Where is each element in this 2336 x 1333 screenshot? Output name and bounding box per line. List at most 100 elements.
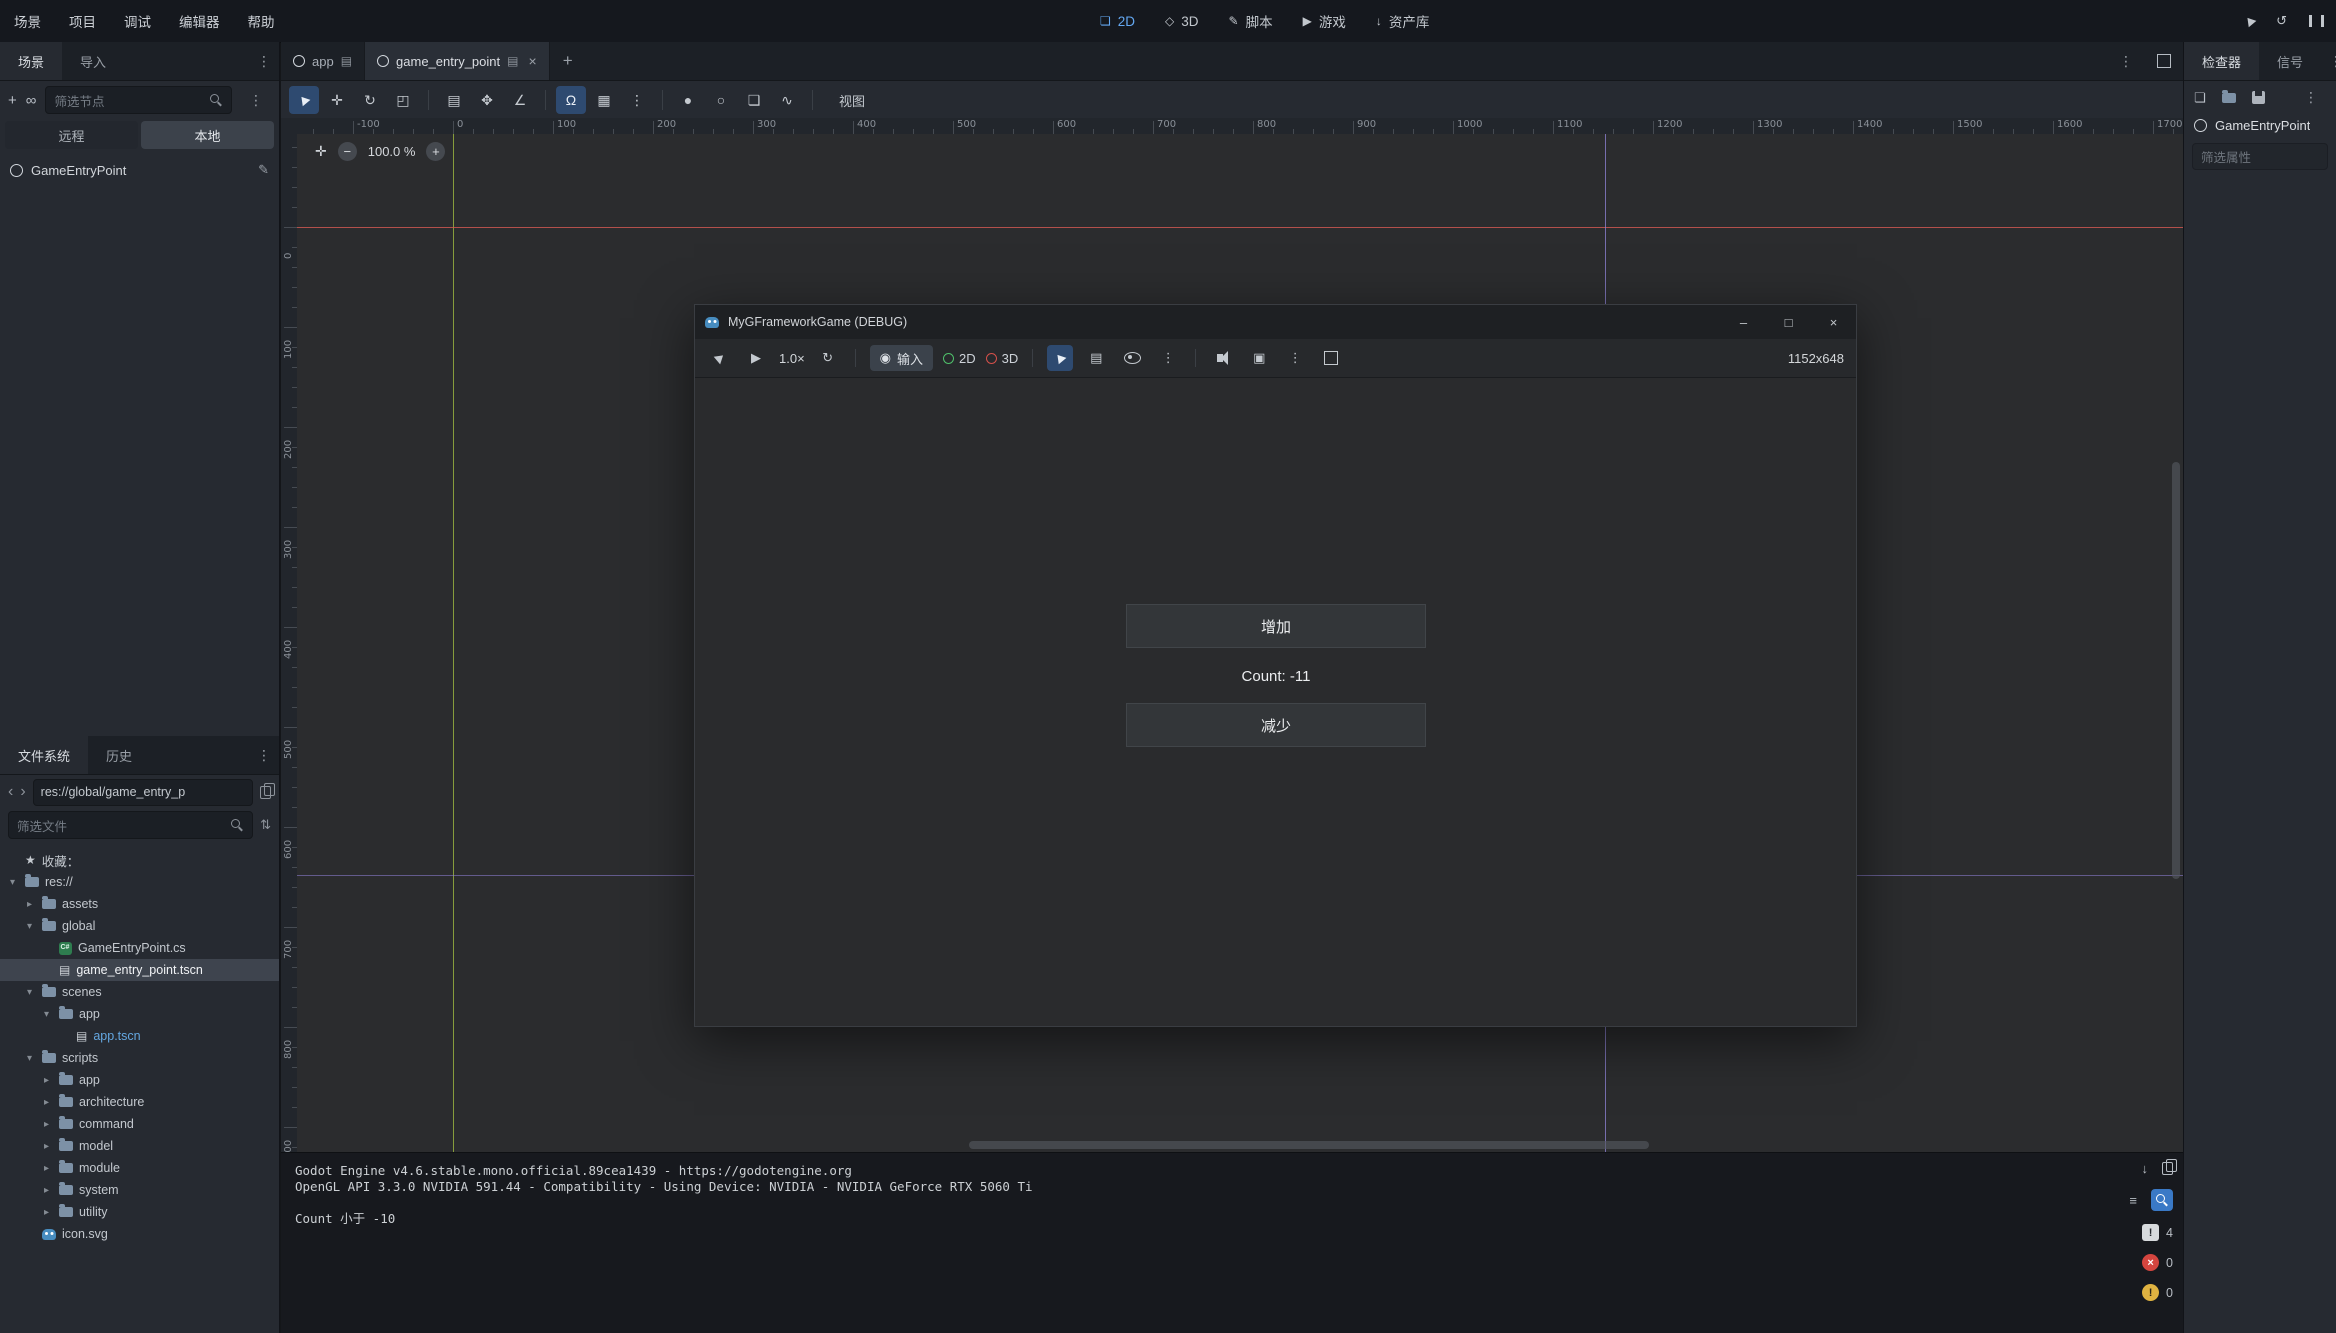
zoom-out-button[interactable]: −	[338, 142, 357, 161]
menubar-menu[interactable]: 编辑器	[165, 0, 234, 42]
inspector-options-icon[interactable]: ⋮	[2296, 89, 2326, 106]
word-wrap-icon[interactable]: ≡	[2129, 1193, 2137, 1208]
forward-icon[interactable]: ›	[20, 784, 25, 800]
file-filter-input[interactable]: 筛选文件	[8, 811, 253, 839]
expand-arrow-icon[interactable]: ▸	[40, 1163, 53, 1174]
current-path-field[interactable]: res://global/game_entry_p	[33, 779, 253, 806]
output-badge-errors[interactable]: ×0	[2142, 1254, 2173, 1271]
embed-fullscreen-icon[interactable]	[1318, 345, 1344, 371]
back-icon[interactable]: ‹	[8, 784, 13, 800]
view-menu-button[interactable]: 视图	[827, 91, 877, 110]
fs-item-item[interactable]: ★收藏：	[0, 849, 279, 871]
expand-arrow-icon[interactable]: ▸	[40, 1075, 53, 1086]
output-badge-messages[interactable]: !4	[2142, 1224, 2173, 1241]
menubar-menu[interactable]: 项目	[55, 0, 110, 42]
input-toggle-button[interactable]: ◉ 输入	[870, 345, 933, 371]
fs-item-model[interactable]: ▸model	[0, 1135, 279, 1157]
horizontal-scrollbar[interactable]	[969, 1141, 1649, 1149]
expand-arrow-icon[interactable]: ▸	[40, 1141, 53, 1152]
visibility-icon[interactable]	[1119, 345, 1145, 371]
new-scene-tab-button[interactable]: +	[550, 42, 586, 80]
next-frame-icon[interactable]: ▶	[743, 345, 769, 371]
expand-arrow-icon[interactable]: ▸	[40, 1119, 53, 1130]
fs-item-utility[interactable]: ▸utility	[0, 1201, 279, 1223]
distraction-free-icon[interactable]	[2157, 54, 2171, 68]
search-output-button[interactable]	[2151, 1189, 2173, 1211]
remote-button[interactable]: 远程	[5, 121, 138, 149]
scene-tab-game_entry_point[interactable]: game_entry_point▤×	[365, 42, 550, 80]
new-resource-icon[interactable]: ❏	[2194, 90, 2206, 106]
save-resource-icon[interactable]	[2252, 91, 2265, 104]
maximize-button[interactable]: □	[1766, 305, 1811, 339]
zoom-level[interactable]: 100.0 %	[368, 144, 416, 159]
decrease-button[interactable]: 减少	[1126, 703, 1426, 747]
menubar-menu[interactable]: 调试	[110, 0, 165, 42]
camera-override-icon[interactable]: ▣	[1246, 345, 1272, 371]
close-tab-icon[interactable]: ×	[528, 53, 536, 69]
fs-item-command[interactable]: ▸command	[0, 1113, 279, 1135]
expand-arrow-icon[interactable]: ▸	[23, 899, 36, 910]
workspace-tab-script[interactable]: ✎脚本	[1229, 11, 1273, 31]
list-select-icon[interactable]: ▤	[1083, 345, 1109, 371]
fs-item-system[interactable]: ▸system	[0, 1179, 279, 1201]
inspdock-tab-inspector[interactable]: 检查器	[2184, 42, 2259, 80]
expand-arrow-icon[interactable]: ▸	[40, 1185, 53, 1196]
fs-item-gameentrypoint-cs[interactable]: GameEntryPoint.cs	[0, 937, 279, 959]
collapse-arrow-icon[interactable]: ▾	[40, 1009, 53, 1020]
zoom-in-button[interactable]: +	[426, 142, 445, 161]
fs-item-scenes[interactable]: ▾scenes	[0, 981, 279, 1003]
group-node-button[interactable]: ❏	[739, 86, 769, 114]
dock-options-icon[interactable]: ⋮	[2321, 42, 2336, 80]
dock-options-icon[interactable]: ⋮	[249, 42, 279, 80]
grid-snap-toggle-button[interactable]: ▦	[589, 86, 619, 114]
dock-options-icon[interactable]: ⋮	[249, 736, 279, 774]
center-view-icon[interactable]: ✛	[315, 143, 327, 160]
close-button[interactable]: ×	[1811, 305, 1856, 339]
snap-options-button[interactable]: ⋮	[622, 86, 652, 114]
move-tool-button[interactable]: ✛	[322, 86, 352, 114]
game-window-titlebar[interactable]: MyGFrameworkGame (DEBUG) – □ ×	[695, 305, 1856, 339]
copy-output-icon[interactable]	[2162, 1162, 2173, 1175]
fs-item-global[interactable]: ▾global	[0, 915, 279, 937]
split-view-icon[interactable]	[260, 786, 271, 799]
attached-script-icon[interactable]: ✎	[258, 162, 269, 178]
workspace-tab-2d[interactable]: ❏2D	[1100, 14, 1135, 29]
workspace-tab-assetlib[interactable]: ↓资产库	[1376, 11, 1430, 31]
select-mode-button[interactable]	[1047, 345, 1073, 371]
rotate-tool-button[interactable]: ↻	[355, 86, 385, 114]
increase-button[interactable]: 增加	[1126, 604, 1426, 648]
minimize-button[interactable]: –	[1721, 305, 1766, 339]
fs-item-scripts[interactable]: ▾scripts	[0, 1047, 279, 1069]
debug-2d-toggle[interactable]: 2D	[943, 351, 976, 366]
fs-item-res[interactable]: ▾res://	[0, 871, 279, 893]
restart-icon[interactable]: ↻	[815, 345, 841, 371]
expand-arrow-icon[interactable]: ▸	[40, 1097, 53, 1108]
fsdock-tab-filesystem[interactable]: 文件系统	[0, 736, 88, 774]
vertical-scrollbar[interactable]	[2172, 462, 2180, 879]
collapse-arrow-icon[interactable]: ▾	[6, 877, 19, 888]
skeleton-options-button[interactable]: ∿	[772, 86, 802, 114]
pause-icon[interactable]	[2309, 15, 2324, 27]
collapse-arrow-icon[interactable]: ▾	[23, 921, 36, 932]
local-button[interactable]: 本地	[141, 121, 274, 149]
scene-tree-node[interactable]: GameEntryPoint✎	[0, 157, 279, 183]
scene-tab-app[interactable]: app▤	[281, 42, 365, 80]
smart-snap-toggle-button[interactable]: Ω	[556, 86, 586, 114]
collapse-arrow-icon[interactable]: ▾	[23, 1053, 36, 1064]
selection-options-icon[interactable]: ⋮	[1155, 345, 1181, 371]
scale-tool-button[interactable]: ◰	[388, 86, 418, 114]
scene-tree-options-icon[interactable]: ⋮	[241, 92, 271, 109]
fs-item-architecture[interactable]: ▸architecture	[0, 1091, 279, 1113]
tab-list-icon[interactable]: ⋮	[2111, 53, 2141, 70]
sort-files-icon[interactable]: ⇅	[260, 817, 271, 833]
menubar-menu[interactable]: 帮助	[234, 0, 289, 42]
property-filter-input[interactable]: 筛选属性	[2192, 143, 2328, 170]
time-scale-label[interactable]: 1.0×	[779, 351, 805, 366]
list-select-tool-button[interactable]: ▤	[439, 86, 469, 114]
output-badge-warnings[interactable]: !0	[2142, 1284, 2173, 1301]
instance-scene-button[interactable]: ∞	[26, 92, 37, 109]
scene-filter-input[interactable]: 筛选节点	[45, 86, 232, 114]
expand-arrow-icon[interactable]: ▸	[40, 1207, 53, 1218]
workspace-tab-game[interactable]: ▶游戏	[1303, 11, 1346, 31]
debug-3d-toggle[interactable]: 3D	[986, 351, 1019, 366]
